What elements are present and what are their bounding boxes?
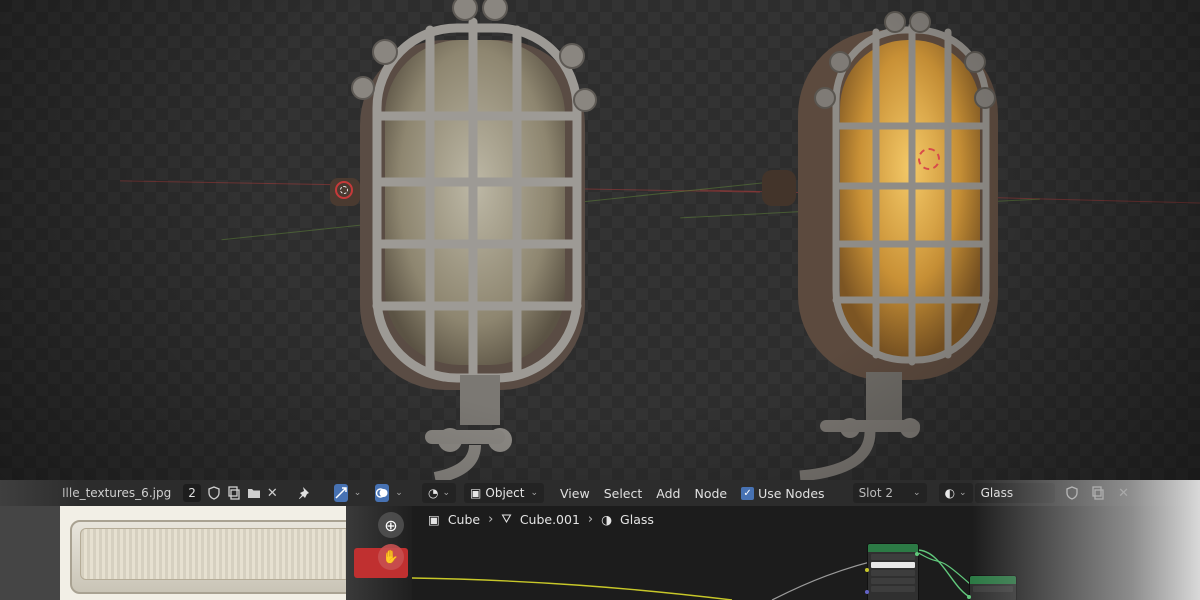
chevron-down-icon[interactable]: ⌄ xyxy=(395,488,403,498)
node-header-bar xyxy=(868,544,918,552)
color-input-socket[interactable] xyxy=(865,568,869,572)
folder-icon[interactable] xyxy=(247,484,261,502)
node-row xyxy=(871,586,915,592)
pin-icon[interactable] xyxy=(298,484,312,502)
node-row xyxy=(871,562,915,568)
node-row xyxy=(871,554,915,560)
texture-lens xyxy=(80,528,362,580)
chevron-down-icon[interactable]: ⌄ xyxy=(354,488,362,498)
glass-bsdf-node[interactable] xyxy=(867,543,919,600)
shader-node-editor[interactable]: ◔ ⌄ ▣ Object ⌄ View Select Add Node ✓ Use… xyxy=(412,480,1200,600)
node-links xyxy=(412,549,973,600)
hand-icon[interactable]: ✋ xyxy=(378,544,404,570)
node-row xyxy=(871,578,915,584)
image-editor-header: Ille_textures_6.jpg 2 ✕ ⌄ ⌄ xyxy=(0,480,437,506)
close-icon[interactable]: ✕ xyxy=(267,484,278,502)
image-editor-canvas[interactable]: ⊕ ✋ xyxy=(60,506,412,600)
left-panel-strip xyxy=(0,506,60,600)
overlay-icon[interactable] xyxy=(375,484,390,502)
zoom-icon[interactable]: ⊕ xyxy=(378,512,404,538)
shader-input-socket[interactable] xyxy=(967,595,971,599)
bsdf-output-socket[interactable] xyxy=(915,552,919,556)
image-users-count[interactable]: 2 xyxy=(183,484,201,502)
uv-sync-icon[interactable] xyxy=(333,484,348,502)
node-row xyxy=(973,586,1013,592)
shield-icon[interactable] xyxy=(207,484,221,502)
normal-input-socket[interactable] xyxy=(865,590,869,594)
copy-icon[interactable] xyxy=(227,484,241,502)
image-filename[interactable]: Ille_textures_6.jpg xyxy=(62,486,171,500)
mix-shader-node[interactable] xyxy=(969,575,1017,600)
node-header-bar xyxy=(970,576,1016,584)
node-row xyxy=(871,570,915,576)
